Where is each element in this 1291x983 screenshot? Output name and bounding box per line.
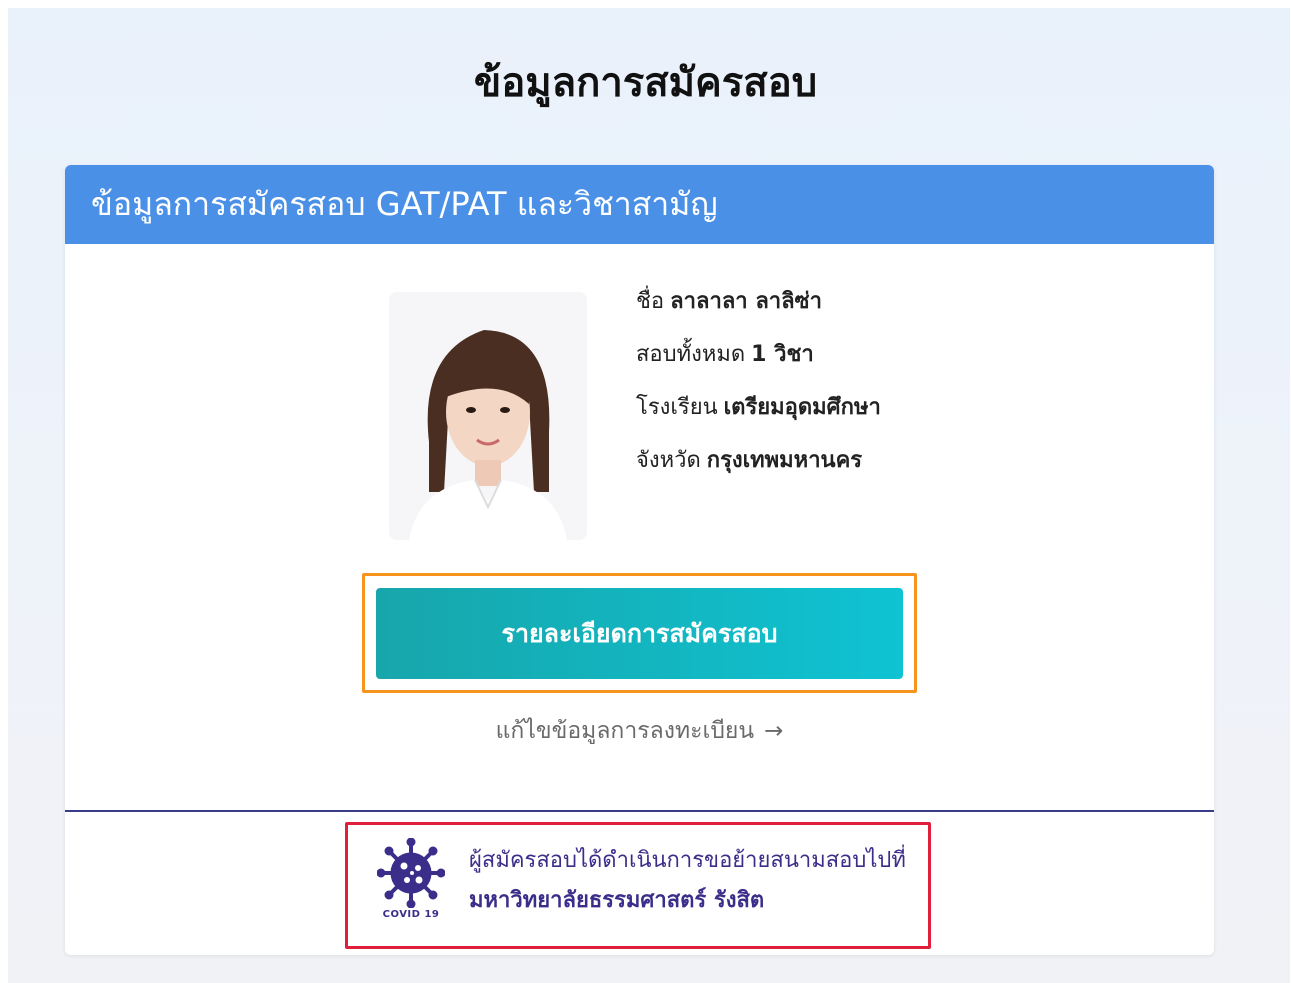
subjects-count: 1 วิชา [751,342,814,367]
edit-link-label: แก้ไขข้อมูลการลงทะเบียน [495,718,755,744]
subjects-row: สอบทั้งหมด 1 วิชา [636,336,881,389]
province-row: จังหวัด กรุงเทพมหานคร [636,442,881,495]
arrow-right-icon: → [764,718,784,744]
province-name: กรุงเทพมหานคร [706,448,863,473]
applicant-photo [389,292,587,540]
school-label: โรงเรียน [636,395,718,420]
notice-text: ผู้สมัครสอบได้ดำเนินการขอย้ายสนามสอบไปที… [469,848,906,873]
covid-icon-label: COVID 19 [382,909,440,920]
registration-card: ข้อมูลการสมัครสอบ GAT/PAT และวิชาสามัญ ช… [65,165,1214,955]
registration-details-button[interactable]: รายละเอียดการสมัครสอบ [376,588,903,679]
edit-registration-link[interactable]: แก้ไขข้อมูลการลงทะเบียน → [65,713,1214,749]
subjects-label: สอบทั้งหมด [636,342,746,367]
page-title: ข้อมูลการสมัครสอบ [473,60,818,106]
notice-venue: มหาวิทยาลัยธรรมศาสตร์ รังสิต [469,888,765,913]
section-divider [65,810,1214,812]
applicant-info: ชื่อ ลาลาลา ลาลิซ่า สอบทั้งหมด 1 วิชา โรงเ… [636,283,881,495]
name-label: ชื่อ [636,289,665,314]
exam-venue-notice: ผู้สมัครสอบได้ดำเนินการขอย้ายสนามสอบไปที… [469,841,906,921]
school-row: โรงเรียน เตรียมอุดมศึกษา [636,389,881,442]
card-header: ข้อมูลการสมัครสอบ GAT/PAT และวิชาสามัญ [65,165,1214,244]
applicant-name: ลาลาลา ลาลิซ่า [670,289,822,314]
applicant-name-row: ชื่อ ลาลาลา ลาลิซ่า [636,283,881,336]
school-name: เตรียมอุดมศึกษา [723,395,881,420]
province-label: จังหวัด [636,448,701,473]
